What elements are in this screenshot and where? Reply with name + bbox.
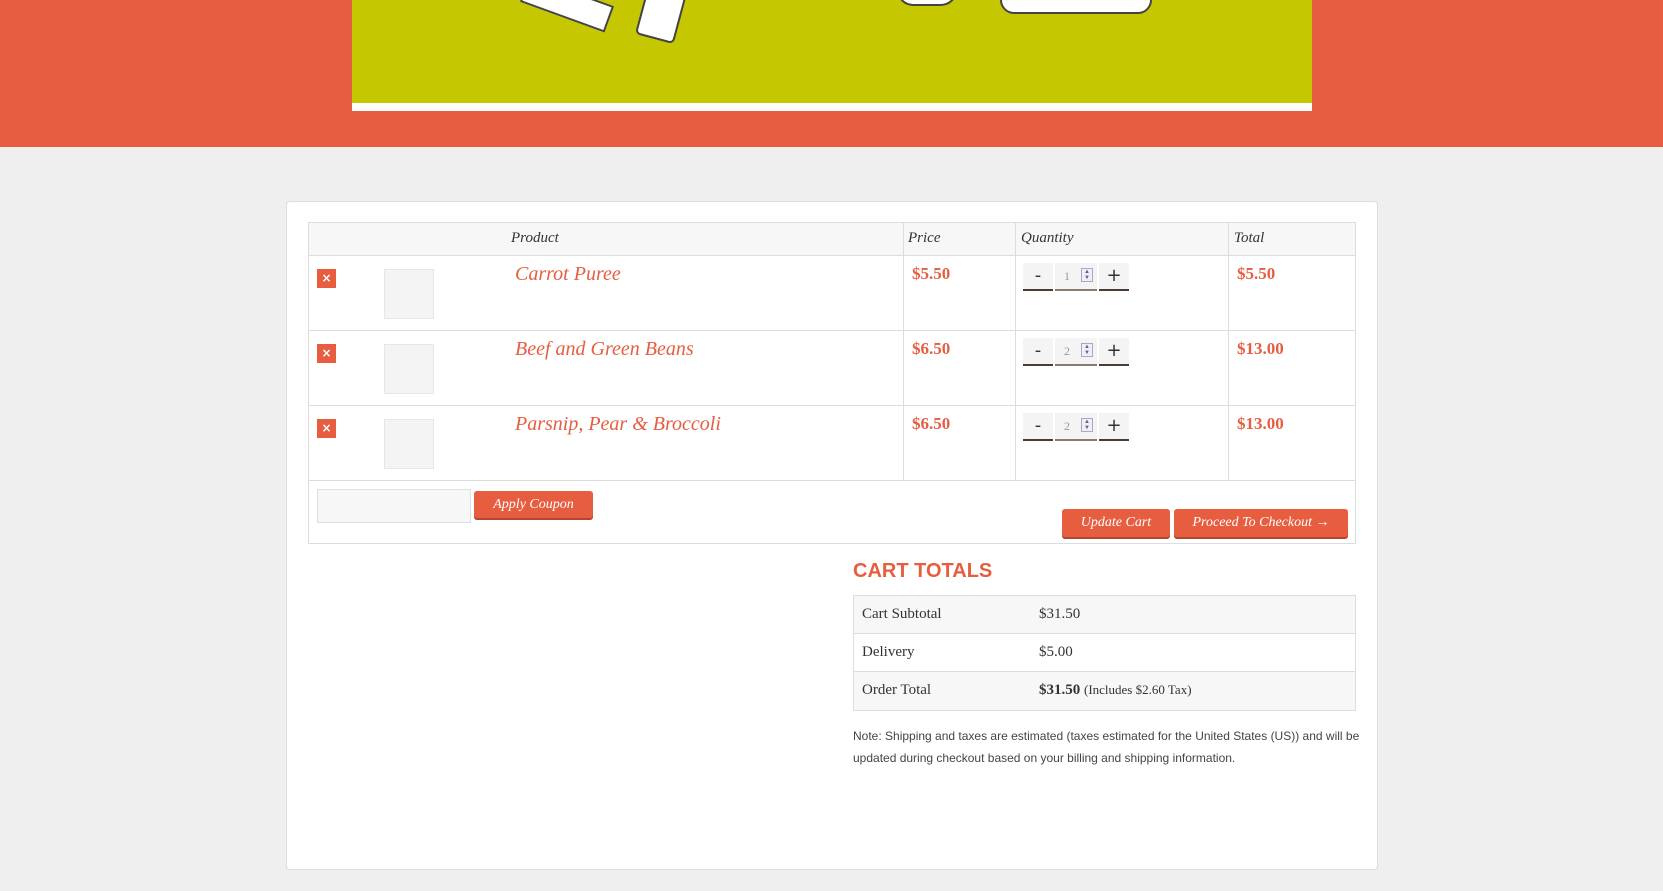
delivery-row: Delivery $5.00 xyxy=(854,634,1355,672)
quantity-stepper[interactable]: - 2 ▲ ▼ + xyxy=(1023,413,1129,441)
tablet-illustration xyxy=(634,0,690,45)
coupon-code-input[interactable] xyxy=(317,489,471,523)
product-thumbnail[interactable] xyxy=(384,344,434,394)
line-total: $13.00 xyxy=(1237,339,1284,358)
line-total: $13.00 xyxy=(1237,414,1284,433)
cart-row: × Parsnip, Pear & Broccoli $6.50 - 2 ▲ ▼ +… xyxy=(309,406,1355,481)
header-banner-illustration xyxy=(352,0,1312,103)
banner-border xyxy=(352,103,1312,111)
decrease-button[interactable]: - xyxy=(1023,338,1053,366)
spinner-icon[interactable]: ▲ ▼ xyxy=(1081,268,1093,282)
quantity-value: 1 xyxy=(1064,269,1070,283)
product-price: $6.50 xyxy=(912,339,951,358)
delivery-value: $5.00 xyxy=(1039,644,1073,660)
subtotal-row: Cart Subtotal $31.50 xyxy=(854,596,1355,634)
quantity-stepper[interactable]: - 1 ▲ ▼ + xyxy=(1023,263,1129,291)
cart-table: Product Price Quantity Total × Carrot Pu… xyxy=(308,222,1356,544)
decrease-button[interactable]: - xyxy=(1023,413,1053,441)
quantity-input[interactable]: 2 ▲ ▼ xyxy=(1055,413,1097,441)
product-name-link[interactable]: Parsnip, Pear & Broccoli xyxy=(515,413,721,436)
tax-note: (Includes $2.60 Tax) xyxy=(1084,682,1192,697)
header-product: Product xyxy=(511,230,559,246)
product-thumbnail[interactable] xyxy=(384,269,434,319)
cart-totals-heading: CART TOTALS xyxy=(853,560,993,582)
product-name-link[interactable]: Beef and Green Beans xyxy=(515,338,694,361)
quantity-value: 2 xyxy=(1064,344,1070,358)
product-price: $5.50 xyxy=(912,264,951,283)
quantity-input[interactable]: 2 ▲ ▼ xyxy=(1055,338,1097,366)
shipping-note: Note: Shipping and taxes are estimated (… xyxy=(853,729,1360,765)
cart-header-row: Product Price Quantity Total xyxy=(309,223,1355,256)
order-total-amount: $31.50 xyxy=(1039,682,1081,698)
increase-button[interactable]: + xyxy=(1099,338,1129,366)
cart-row: × Beef and Green Beans $6.50 - 2 ▲ ▼ + $13… xyxy=(309,331,1355,406)
remove-item-icon[interactable]: × xyxy=(317,419,336,438)
cart-totals-table: Cart Subtotal $31.50 Delivery $5.00 Orde… xyxy=(853,595,1356,711)
header-total: Total xyxy=(1234,230,1265,246)
delivery-label: Delivery xyxy=(862,644,915,660)
remove-item-icon[interactable]: × xyxy=(317,344,336,363)
header-price: Price xyxy=(908,230,941,246)
subtotal-label: Cart Subtotal xyxy=(862,606,942,622)
quantity-stepper[interactable]: - 2 ▲ ▼ + xyxy=(1023,338,1129,366)
apply-coupon-button[interactable]: Apply Coupon xyxy=(474,491,593,518)
cart-row: × Carrot Puree $5.50 - 1 ▲ ▼ + $5.50 xyxy=(309,256,1355,331)
spinner-icon[interactable]: ▲ ▼ xyxy=(1081,418,1093,432)
increase-button[interactable]: + xyxy=(1099,413,1129,441)
bowl-illustration xyxy=(897,0,957,6)
car-illustration xyxy=(1000,0,1152,14)
order-total-row: Order Total $31.50 (Includes $2.60 Tax) xyxy=(854,672,1355,710)
header-quantity: Quantity xyxy=(1021,230,1074,246)
order-total-value: $31.50 (Includes $2.60 Tax) xyxy=(1039,682,1192,699)
product-name-link[interactable]: Carrot Puree xyxy=(515,263,621,286)
box-illustration xyxy=(519,0,615,33)
product-thumbnail[interactable] xyxy=(384,419,434,469)
decrease-button[interactable]: - xyxy=(1023,263,1053,291)
spinner-icon[interactable]: ▲ ▼ xyxy=(1081,343,1093,357)
cart-actions-row: Apply Coupon Update Cart Proceed To Chec… xyxy=(309,481,1355,544)
update-cart-button[interactable]: Update Cart xyxy=(1062,509,1170,537)
increase-button[interactable]: + xyxy=(1099,263,1129,291)
order-total-label: Order Total xyxy=(862,682,932,698)
subtotal-value: $31.50 xyxy=(1039,606,1081,622)
quantity-input[interactable]: 1 ▲ ▼ xyxy=(1055,263,1097,291)
proceed-to-checkout-button[interactable]: Proceed To Checkout → xyxy=(1174,509,1348,537)
quantity-value: 2 xyxy=(1064,419,1070,433)
product-price: $6.50 xyxy=(912,414,951,433)
remove-item-icon[interactable]: × xyxy=(317,269,336,288)
line-total: $5.50 xyxy=(1237,264,1276,283)
